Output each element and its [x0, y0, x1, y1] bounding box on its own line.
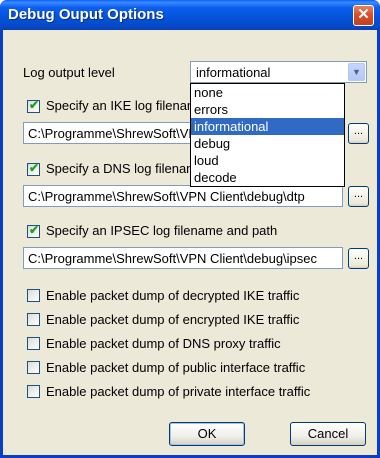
packet-dump-decrypted-ike-checkbox[interactable] — [27, 289, 40, 302]
ok-button[interactable]: OK — [169, 422, 245, 446]
packet-dump-dns-proxy-label: Enable packet dump of DNS proxy traffic — [46, 336, 281, 351]
checkmark-icon: ✔ — [29, 223, 40, 237]
dropdown-option-decode[interactable]: decode — [191, 169, 344, 186]
packet-dump-public-interface-checkbox[interactable] — [27, 361, 40, 374]
log-level-dropdown-list[interactable]: none errors informational debug loud dec… — [190, 83, 345, 187]
packet-dump-dns-proxy-checkbox[interactable] — [27, 337, 40, 350]
dropdown-option-loud[interactable]: loud — [191, 152, 344, 169]
log-level-select[interactable]: informational ▼ — [190, 61, 367, 83]
ike-browse-button[interactable]: ... — [348, 123, 369, 144]
packet-dump-decrypted-ike-label: Enable packet dump of decrypted IKE traf… — [46, 288, 300, 303]
packet-dump-private-interface-checkbox[interactable] — [27, 385, 40, 398]
ipsec-log-path-field[interactable]: C:\Programme\ShrewSoft\VPN Client\debug\… — [23, 247, 343, 269]
dropdown-option-informational[interactable]: informational — [191, 118, 344, 135]
packet-dump-private-interface-label: Enable packet dump of private interface … — [46, 384, 311, 399]
ipsec-log-checkbox[interactable]: ✔ — [27, 223, 40, 238]
dropdown-option-errors[interactable]: errors — [191, 101, 344, 118]
packet-dump-public-interface-label: Enable packet dump of public interface t… — [46, 360, 306, 375]
window-title: Debug Ouput Options — [8, 6, 164, 23]
chevron-down-icon[interactable]: ▼ — [348, 63, 365, 81]
dns-log-checkbox[interactable]: ✔ — [27, 161, 40, 176]
ipsec-browse-button[interactable]: ... — [348, 248, 369, 269]
cancel-button[interactable]: Cancel — [290, 422, 366, 446]
packet-dump-encrypted-ike-label: Enable packet dump of encrypted IKE traf… — [46, 312, 300, 327]
ipsec-log-path-value: C:\Programme\ShrewSoft\VPN Client\debug\… — [28, 251, 318, 266]
ipsec-log-label: Specify an IPSEC log filename and path — [46, 223, 278, 238]
dns-log-path-value: C:\Programme\ShrewSoft\VPN Client\debug\… — [28, 189, 305, 204]
dropdown-option-debug[interactable]: debug — [191, 135, 344, 152]
dns-browse-button[interactable]: ... — [348, 186, 369, 207]
close-button[interactable]: ✕ — [353, 5, 374, 26]
dialog-window: Debug Ouput Options ✕ Log output level i… — [0, 0, 380, 458]
ike-log-checkbox[interactable]: ✔ — [27, 98, 40, 113]
title-bar[interactable]: Debug Ouput Options ✕ — [0, 0, 380, 30]
dialog-body: Log output level informational ▼ ✔ Speci… — [3, 30, 377, 455]
checkmark-icon: ✔ — [29, 98, 40, 112]
log-level-label: Log output level — [23, 65, 115, 80]
packet-dump-encrypted-ike-checkbox[interactable] — [27, 313, 40, 326]
log-level-value: informational — [196, 65, 271, 80]
checkmark-icon: ✔ — [29, 161, 40, 175]
dropdown-option-none[interactable]: none — [191, 84, 344, 101]
dns-log-path-field[interactable]: C:\Programme\ShrewSoft\VPN Client\debug\… — [23, 185, 343, 207]
